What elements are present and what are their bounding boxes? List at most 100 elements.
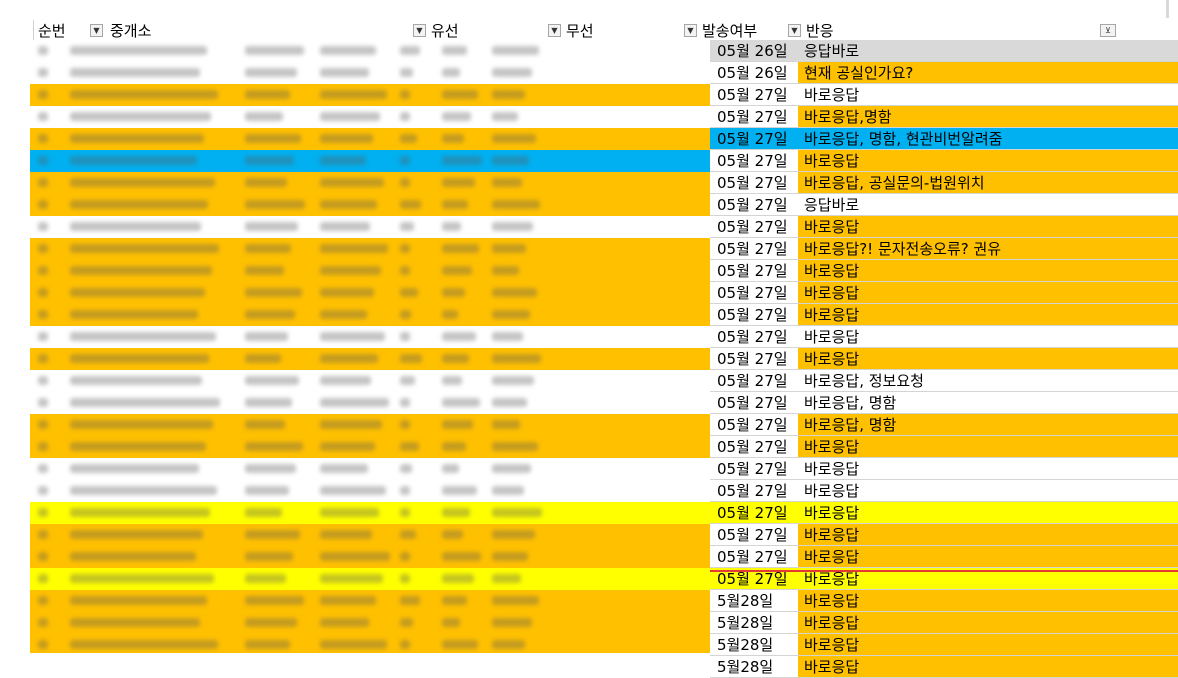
filter-active-response[interactable]: ⊻ [1100,24,1116,37]
filter-dropdown-agency[interactable]: ▼ [413,24,426,37]
sent-date-cell[interactable]: 05월 27일 [710,106,798,128]
blurred-text [492,420,520,429]
sent-date-cell[interactable]: 05월 27일 [710,502,798,524]
response-cell[interactable]: 바로응답 [798,216,1126,238]
response-cell[interactable]: 바로응답 [798,524,1126,546]
sent-date-cell[interactable]: 05월 27일 [710,172,798,194]
empty-cell[interactable] [1126,370,1178,392]
sent-date-cell[interactable]: 05월 27일 [710,194,798,216]
redacted-row [30,436,710,458]
response-cell[interactable]: 바로응답 [798,304,1126,326]
empty-cell[interactable] [1126,326,1178,348]
empty-cell[interactable] [1126,106,1178,128]
sent-date-cell[interactable]: 05월 27일 [710,84,798,106]
sent-date-cell[interactable]: 05월 27일 [710,546,798,568]
response-cell[interactable]: 바로응답, 명함 [798,392,1126,414]
response-cell[interactable]: 바로응답, 명함 [798,414,1126,436]
response-cell[interactable]: 바로응답 [798,546,1126,568]
filter-dropdown-wireless[interactable]: ▼ [684,24,697,37]
empty-cell[interactable] [1126,436,1178,458]
response-cell[interactable]: 바로응답 [798,590,1126,612]
filter-dropdown-seq[interactable]: ▼ [90,24,103,37]
sent-date-cell[interactable]: 5월28일 [710,612,798,634]
response-cell[interactable]: 바로응답 [798,84,1126,106]
response-cell[interactable]: 바로응답 [798,458,1126,480]
empty-cell[interactable] [1126,656,1178,678]
empty-cell[interactable] [1126,502,1178,524]
table-row: 05월 26일 응답바로 [710,40,1178,62]
response-cell[interactable]: 바로응답?! 문자전송오류? 권유 [798,238,1126,260]
table-row: 05월 27일 바로응답 [710,348,1178,370]
response-cell[interactable]: 바로응답 [798,282,1126,304]
sent-date-cell[interactable]: 5월28일 [710,590,798,612]
response-cell[interactable]: 바로응답 [798,348,1126,370]
response-cell[interactable]: 바로응답 [798,436,1126,458]
response-cell[interactable]: 바로응답 [798,150,1126,172]
empty-cell[interactable] [1126,150,1178,172]
redacted-row [30,194,710,216]
sent-date-cell[interactable]: 05월 27일 [710,414,798,436]
response-cell[interactable]: 바로응답 [798,612,1126,634]
sent-date-cell[interactable]: 5월28일 [710,656,798,678]
empty-cell[interactable] [1126,172,1178,194]
sent-date-cell[interactable]: 05월 27일 [710,348,798,370]
empty-cell[interactable] [1126,458,1178,480]
empty-cell[interactable] [1126,348,1178,370]
sent-date-cell[interactable]: 05월 27일 [710,282,798,304]
response-cell[interactable]: 바로응답, 공실문의-법원위치 [798,172,1126,194]
sent-date-cell[interactable]: 05월 27일 [710,260,798,282]
sent-date-cell[interactable]: 05월 27일 [710,304,798,326]
response-cell[interactable]: 바로응답,명함 [798,106,1126,128]
empty-cell[interactable] [1126,282,1178,304]
sent-date-cell[interactable]: 05월 27일 [710,216,798,238]
sent-date-cell[interactable]: 05월 27일 [710,370,798,392]
chevron-down-icon: ▼ [551,26,558,35]
sent-date-cell[interactable]: 05월 27일 [710,392,798,414]
sent-date-cell[interactable]: 05월 27일 [710,128,798,150]
sent-date-cell[interactable]: 05월 27일 [710,150,798,172]
empty-cell[interactable] [1126,260,1178,282]
response-cell[interactable]: 바로응답 [798,502,1126,524]
blurred-text [245,618,297,627]
response-cell[interactable]: 바로응답, 정보요청 [798,370,1126,392]
empty-cell[interactable] [1126,414,1178,436]
blurred-text [442,574,474,583]
response-cell[interactable]: 바로응답 [798,480,1126,502]
sent-date-cell[interactable]: 05월 27일 [710,458,798,480]
sent-date-cell[interactable]: 05월 26일 [710,40,798,62]
empty-cell[interactable] [1126,84,1178,106]
blurred-text [442,266,472,275]
filter-dropdown-wired[interactable]: ▼ [548,24,561,37]
response-cell[interactable]: 바로응답, 명함, 현관비번알려줌 [798,128,1126,150]
response-cell[interactable]: 바로응답 [798,656,1126,678]
sent-date-cell[interactable]: 05월 27일 [710,326,798,348]
sent-date-cell[interactable]: 05월 27일 [710,524,798,546]
response-cell[interactable]: 응답바로 [798,194,1126,216]
empty-cell[interactable] [1126,62,1178,84]
empty-cell[interactable] [1126,612,1178,634]
empty-cell[interactable] [1126,524,1178,546]
empty-cell[interactable] [1126,480,1178,502]
redacted-row [30,238,710,260]
sent-date-cell[interactable]: 05월 26일 [710,62,798,84]
sent-date-cell[interactable]: 05월 27일 [710,238,798,260]
response-cell[interactable]: 응답바로 [798,40,1126,62]
empty-cell[interactable] [1126,40,1178,62]
response-cell[interactable]: 현재 공실인가요? [798,62,1126,84]
response-cell[interactable]: 바로응답 [798,326,1126,348]
empty-cell[interactable] [1126,194,1178,216]
sent-date-cell[interactable]: 05월 27일 [710,436,798,458]
response-cell[interactable]: 바로응답 [798,260,1126,282]
sent-date-cell[interactable]: 05월 27일 [710,480,798,502]
filter-dropdown-sent[interactable]: ▼ [788,24,801,37]
empty-cell[interactable] [1126,304,1178,326]
empty-cell[interactable] [1126,238,1178,260]
scrollbar-fragment[interactable] [1166,0,1169,18]
empty-cell[interactable] [1126,590,1178,612]
empty-cell[interactable] [1126,216,1178,238]
table-row: 05월 27일 바로응답, 명함 [710,392,1178,414]
redacted-row [30,392,710,414]
empty-cell[interactable] [1126,128,1178,150]
empty-cell[interactable] [1126,392,1178,414]
empty-cell[interactable] [1126,546,1178,568]
